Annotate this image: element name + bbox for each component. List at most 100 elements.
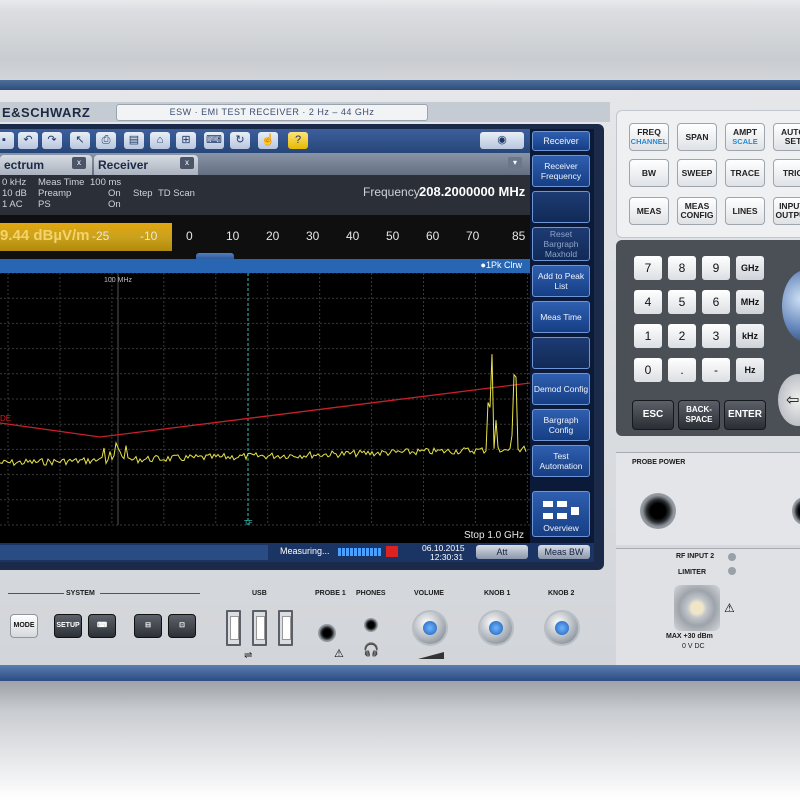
softkey-demod-config[interactable]: Demod Config [532, 373, 590, 405]
usb-label: USB [252, 590, 267, 597]
key-0[interactable]: 0 [634, 358, 662, 382]
sequence-icon[interactable]: ↻ [230, 132, 250, 149]
display-screen: ▪ ↶ ↷ ↖ ⎙ ▤ ⌂ ⊞ ⌨ ↻ ☝ ? ◉ ectrum x Recei… [0, 129, 594, 562]
info-rbw: 0 kHz [2, 177, 27, 188]
key-6[interactable]: 6 [702, 290, 730, 314]
trace-key[interactable]: TRACE [725, 159, 765, 187]
ps-value: On [108, 199, 121, 210]
toolbar-button[interactable]: ▪ [0, 132, 14, 149]
key-7[interactable]: 7 [634, 256, 662, 280]
trace-label: ●1Pk Clrw [480, 260, 522, 270]
softkey-blank[interactable] [532, 191, 590, 223]
ampt-scale-key[interactable]: AMPT SCALE [725, 123, 765, 151]
softkey-overview[interactable]: Overview [532, 491, 590, 537]
key-hz[interactable]: Hz [736, 358, 764, 382]
key-9[interactable]: 9 [702, 256, 730, 280]
softkey-bargraph-config[interactable]: Bargraph Config [532, 409, 590, 441]
chevron-down-icon[interactable]: ▾ [508, 157, 522, 169]
status-time: 12:30:31 [430, 552, 464, 562]
measurement-info: 0 kHz 10 dB 1 AC Meas Time 100 ms Preamp… [0, 175, 530, 215]
key-5[interactable]: 5 [668, 290, 696, 314]
knob-1[interactable] [480, 612, 512, 644]
softkey-add-to-peak-list[interactable]: Add to Peak List [532, 265, 590, 297]
screenshot-icon[interactable]: ◉ [480, 132, 524, 149]
softkey-reset-bargraph[interactable]: Reset Bargraph Maxhold [532, 227, 590, 261]
softkey-test-automation[interactable]: Test Automation [532, 445, 590, 477]
key-4[interactable]: 4 [634, 290, 662, 314]
step-value: TD Scan [158, 188, 195, 199]
lines-key[interactable]: LINES [725, 197, 765, 225]
display-toggle-key[interactable]: ⊟ [134, 614, 162, 638]
bargraph-value: 9.44 dBµV/m [0, 227, 90, 244]
undo-icon[interactable]: ↶ [18, 132, 38, 149]
limit-line [0, 382, 531, 438]
analyzer-icon[interactable]: ⊞ [176, 132, 196, 149]
home-icon[interactable]: ⌂ [150, 132, 170, 149]
probe1-connector [318, 624, 336, 642]
meas-config-key[interactable]: MEAS CONFIG [677, 197, 717, 225]
softkey-blank[interactable] [532, 337, 590, 369]
frequency-label: Frequency [363, 185, 420, 199]
usb-port [252, 610, 267, 646]
meas-bw-button[interactable]: Meas BW [538, 545, 590, 559]
meas-key[interactable]: MEAS [629, 197, 669, 225]
span-key[interactable]: SPAN [677, 123, 717, 151]
spectrum-trace [0, 354, 527, 467]
key-decimal[interactable]: . [668, 358, 696, 382]
headphones-icon: 🎧 [363, 642, 380, 657]
warning-icon: ⚠ [724, 601, 735, 615]
keyboard-key[interactable]: ⌨ [88, 614, 116, 638]
toolbar: ▪ ↶ ↷ ↖ ⎙ ▤ ⌂ ⊞ ⌨ ↻ ☝ ? ◉ [0, 129, 530, 153]
softkey-receiver[interactable]: Receiver [532, 131, 590, 151]
bargraph-scale-label: 30 [306, 229, 320, 243]
arrow-left-icon[interactable]: ⇦ [786, 390, 799, 410]
bargraph: 9.44 dBµV/m -25 -10 0 10 20 30 40 50 60 70 85 [0, 215, 530, 259]
key-3[interactable]: 3 [702, 324, 730, 348]
volume-knob[interactable] [414, 612, 446, 644]
sweep-key[interactable]: SWEEP [677, 159, 717, 187]
touch-icon[interactable]: ☝ [258, 132, 278, 149]
rotary-knob[interactable] [782, 270, 800, 342]
enter-key[interactable]: ENTER [724, 400, 766, 430]
max-rating-label: MAX +30 dBm [666, 633, 713, 640]
divider [8, 593, 64, 594]
auto-set-key[interactable]: AUTO SET [773, 123, 800, 151]
bw-key[interactable]: BW [629, 159, 669, 187]
key-ghz[interactable]: GHz [736, 256, 764, 280]
limit-label: DE [0, 414, 11, 423]
info-input: 1 AC [2, 199, 23, 210]
display-config-icon[interactable]: ▤ [124, 132, 144, 149]
help-icon[interactable]: ? [288, 132, 308, 149]
pointer-icon[interactable]: ↖ [70, 132, 90, 149]
setup-key[interactable]: SETUP [54, 614, 82, 638]
key-khz[interactable]: kHz [736, 324, 764, 348]
tab-bar: ectrum x Receiver x ▾ [0, 153, 530, 175]
esc-key[interactable]: ESC [632, 400, 674, 430]
freq-channel-key[interactable]: FREQ CHANNEL [629, 123, 669, 151]
ps-label: PS [38, 199, 51, 210]
keyboard-icon[interactable]: ⌨ [204, 132, 224, 149]
print-icon[interactable]: ⎙ [96, 132, 116, 149]
softkey-meas-time[interactable]: Meas Time [532, 301, 590, 333]
trig-key[interactable]: TRIG [773, 159, 800, 187]
knob-2[interactable] [546, 612, 578, 644]
input-output-key[interactable]: INPUT/ OUTPUT [773, 197, 800, 225]
att-button[interactable]: Att [476, 545, 528, 559]
softkey-receiver-frequency[interactable]: Receiver Frequency [532, 155, 590, 187]
window-key[interactable]: ⊡ [168, 614, 196, 638]
key-minus[interactable]: - [702, 358, 730, 382]
key-1[interactable]: 1 [634, 324, 662, 348]
mode-key[interactable]: MODE [10, 614, 38, 638]
redo-icon[interactable]: ↷ [42, 132, 62, 149]
close-icon[interactable]: x [180, 157, 194, 169]
key-2[interactable]: 2 [668, 324, 696, 348]
tab-label: Receiver [98, 158, 149, 172]
spectrum-plot[interactable]: TF 100 MHz DE Stop 1.0 GHz [0, 272, 531, 543]
backspace-key[interactable]: BACK- SPACE [678, 400, 720, 430]
key-8[interactable]: 8 [668, 256, 696, 280]
bottom-rim [0, 665, 800, 681]
bargraph-scale-label: 20 [266, 229, 280, 243]
key-mhz[interactable]: MHz [736, 290, 764, 314]
connector-partial [792, 497, 800, 525]
close-icon[interactable]: x [72, 157, 86, 169]
